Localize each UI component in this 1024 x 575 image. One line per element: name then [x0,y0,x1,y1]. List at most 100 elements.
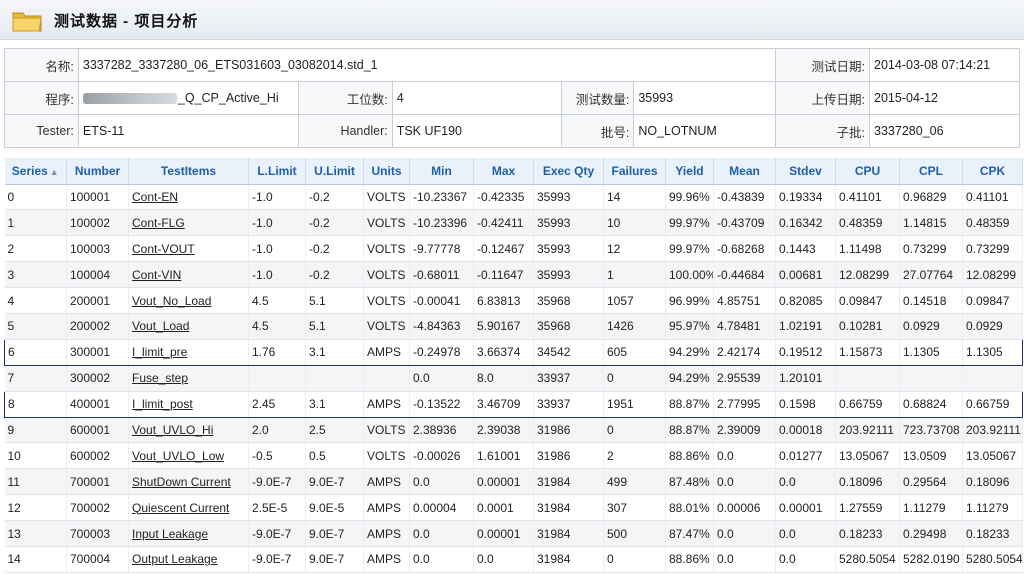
column-header-min[interactable]: Min [409,158,474,185]
cell-series: 8 [4,390,67,418]
cell-cpu: 1.11498 [835,235,900,263]
cell-failures: 605 [603,338,666,366]
cell-mean: 0.00006 [713,494,776,522]
table-row[interactable]: 13 700003 Input Leakage -9.0E-7 9.0E-7 AMPS 0.… [4,520,1023,547]
column-header-number[interactable]: Number [66,158,129,185]
cell-cpk: 0.73299 [962,235,1023,263]
cell-testitems: Cont-EN [128,184,249,211]
table-row[interactable]: 11 700001 ShutDown Current -9.0E-7 9.0E-7 AMP… [4,468,1023,496]
column-header-l-limit[interactable]: L.Limit [248,158,306,185]
table-row[interactable]: 6 300001 I_limit_pre 1.76 3.1 AMPS -0.24978 3.6… [4,338,1023,366]
cell-number: 100002 [66,209,129,237]
table-row[interactable]: 12 700002 Quiescent Current 2.5E-5 9.0E-5 AMP… [4,494,1023,522]
cell-testitems: Cont-VIN [128,261,249,289]
table-row[interactable]: 10 600002 Vout_UVLO_Low -0.5 0.5 VOLTS -0.0002… [4,442,1023,470]
cell-series: 11 [4,468,67,496]
table-row[interactable]: 2 100003 Cont-VOUT -1.0 -0.2 VOLTS -9.77778 -0.… [4,235,1023,263]
handler-label: Handler: [297,114,393,148]
cell-cpl: 1.11279 [899,494,963,522]
test-item-link[interactable]: Vout_UVLO_Low [132,449,224,463]
cell-number: 600002 [66,442,129,470]
cell-l-limit: -1.0 [248,235,306,263]
cell-mean: -0.43839 [713,184,776,211]
cell-failures: 0 [603,365,666,392]
test-item-link[interactable]: Cont-VOUT [132,242,195,256]
cell-exec-qty: 31984 [533,468,604,496]
cell-l-limit: -9.0E-7 [248,546,306,573]
column-header-u-limit[interactable]: U.Limit [305,158,364,185]
cell-yield: 100.00% [665,261,714,289]
cell-max: 1.61001 [473,442,534,470]
cell-u-limit: 9.0E-5 [305,494,364,522]
table-row[interactable]: 4 200001 Vout_No_Load 4.5 5.1 VOLTS -0.00041 6.… [4,287,1023,314]
table-row[interactable]: 8 400001 I_limit_post 2.45 3.1 AMPS -0.13522 3.… [4,390,1023,418]
column-header-cpu[interactable]: CPU [835,158,900,185]
cell-exec-qty: 33937 [533,365,604,392]
cell-number: 100003 [66,235,129,263]
cell-yield: 87.48% [665,468,714,496]
test-item-link[interactable]: Output Leakage [132,552,217,566]
test-item-link[interactable]: Vout_No_Load [132,294,211,308]
cell-units: VOLTS [363,209,410,237]
column-header-failures[interactable]: Failures [603,158,666,185]
cell-min: -0.00026 [409,442,474,470]
cell-u-limit: 9.0E-7 [305,520,364,547]
column-header-max[interactable]: Max [473,158,534,185]
cell-mean: 4.78481 [713,313,776,340]
program-label: 程序: [4,81,79,115]
table-row[interactable]: 14 700004 Output Leakage -9.0E-7 9.0E-7 AMPS 0… [4,546,1023,573]
test-item-link[interactable]: Fuse_step [132,371,188,385]
table-row[interactable]: 7 300002 Fuse_step 0.0 8.0 33937 0 94.29% 2.9553… [4,365,1023,392]
cell-series: 1 [4,209,67,237]
cell-units: VOLTS [363,235,410,263]
cell-cpu: 1.27559 [835,494,900,522]
table-row[interactable]: 0 100001 Cont-EN -1.0 -0.2 VOLTS -10.23367 -0.4… [4,184,1023,211]
cell-stdev: 0.1443 [775,235,836,263]
test-item-link[interactable]: Cont-EN [132,190,178,204]
cell-mean: 0.0 [713,520,776,547]
column-header-units[interactable]: Units [363,158,410,185]
test-item-link[interactable]: Cont-VIN [132,268,181,282]
cell-u-limit: 5.1 [305,313,364,340]
cell-max: 2.39038 [473,417,534,444]
test-date-value: 2014-03-08 07:14:21 [869,48,1020,82]
column-header-yield[interactable]: Yield [665,158,714,185]
cell-exec-qty: 31984 [533,494,604,522]
cell-units: AMPS [363,546,410,573]
cell-u-limit: 9.0E-7 [305,546,364,573]
cell-testitems: ShutDown Current [128,468,249,496]
table-row[interactable]: 5 200002 Vout_Load 4.5 5.1 VOLTS -4.84363 5.901… [4,313,1023,340]
table-row[interactable]: 3 100004 Cont-VIN -1.0 -0.2 VOLTS -0.68011 -0.1… [4,261,1023,289]
test-item-link[interactable]: Vout_UVLO_Hi [132,423,213,437]
test-date-label: 测试日期: [775,48,871,82]
column-header-exec-qty[interactable]: Exec Qty [533,158,604,185]
cell-cpk: 1.1305 [962,338,1023,366]
test-item-link[interactable]: ShutDown Current [132,475,231,489]
cell-units: VOLTS [363,442,410,470]
cell-cpl: 723.73708 [899,417,963,444]
column-header-cpl[interactable]: CPL [899,158,963,185]
test-item-link[interactable]: Input Leakage [132,527,208,541]
test-item-link[interactable]: I_limit_post [132,397,193,411]
table-row[interactable]: 9 600001 Vout_UVLO_Hi 2.0 2.5 VOLTS 2.38936 2.3… [4,417,1023,444]
column-header-stdev[interactable]: Stdev [775,158,836,185]
cell-cpk: 0.66759 [962,390,1023,418]
cell-failures: 500 [603,520,666,547]
lot-label: 批号: [561,114,635,148]
cell-cpl: 0.14518 [899,287,963,314]
cell-max: -0.42411 [473,209,534,237]
column-header-series[interactable]: Series ▲ [4,158,67,185]
table-row[interactable]: 1 100002 Cont-FLG -1.0 -0.2 VOLTS -10.23396 -0.… [4,209,1023,237]
cell-units: AMPS [363,520,410,547]
cell-cpl: 0.68824 [899,390,963,418]
cell-units: AMPS [363,338,410,366]
station-value: 4 [391,81,563,115]
test-item-link[interactable]: I_limit_pre [132,345,187,359]
column-header-mean[interactable]: Mean [713,158,776,185]
cell-failures: 1426 [603,313,666,340]
column-header-cpk[interactable]: CPK [962,158,1023,185]
test-item-link[interactable]: Quiescent Current [132,501,229,515]
test-item-link[interactable]: Vout_Load [132,319,189,333]
column-header-testitems[interactable]: TestItems [128,158,249,185]
test-item-link[interactable]: Cont-FLG [132,216,185,230]
